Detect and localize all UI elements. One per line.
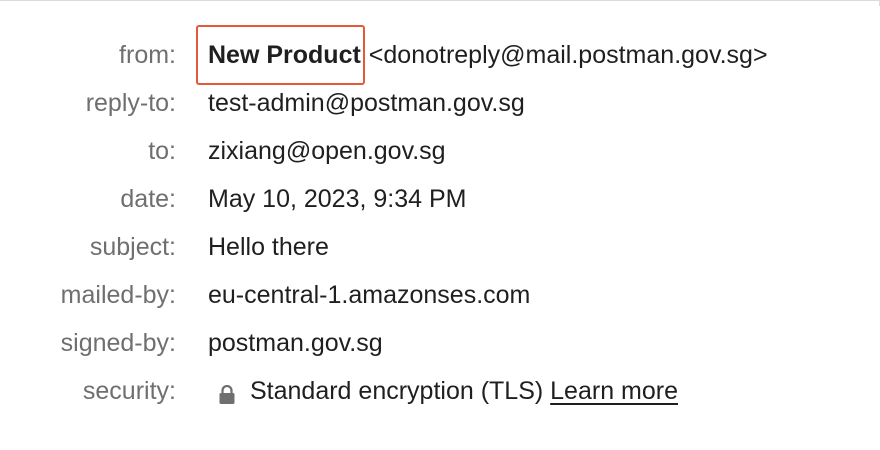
detail-row-date: date: May 10, 2023, 9:34 PM bbox=[0, 175, 880, 223]
sender-name-text: New Product bbox=[208, 41, 361, 69]
to-label: to: bbox=[148, 137, 176, 165]
message-details-panel: from: New Product <donotreply@mail.postm… bbox=[0, 25, 880, 415]
signed-by-value: postman.gov.sg bbox=[208, 329, 383, 357]
security-value: Standard encryption (TLS) Learn more bbox=[208, 373, 678, 409]
subject-value: Hello there bbox=[208, 233, 329, 261]
sender-email: <donotreply@mail.postman.gov.sg> bbox=[368, 41, 768, 69]
sender-name-highlighted: New Product bbox=[196, 25, 365, 85]
detail-row-mailed-by: mailed-by: eu-central-1.amazonses.com bbox=[0, 271, 880, 319]
detail-row-subject: subject: Hello there bbox=[0, 223, 880, 271]
security-encryption-text: Standard encryption (TLS) bbox=[250, 377, 544, 405]
security-label: security: bbox=[82, 377, 176, 405]
lock-icon bbox=[218, 379, 236, 405]
detail-row-reply-to: reply-to: test-admin@postman.gov.sg bbox=[0, 79, 880, 127]
subject-label: subject: bbox=[89, 233, 176, 261]
detail-row-from: from: New Product <donotreply@mail.postm… bbox=[0, 25, 880, 85]
to-value: zixiang@open.gov.sg bbox=[208, 137, 446, 165]
detail-row-signed-by: signed-by: postman.gov.sg bbox=[0, 319, 880, 367]
signed-by-label: signed-by: bbox=[60, 329, 176, 357]
mailed-by-label: mailed-by: bbox=[60, 281, 176, 309]
detail-row-to: to: zixiang@open.gov.sg bbox=[0, 127, 880, 175]
date-value: May 10, 2023, 9:34 PM bbox=[208, 185, 467, 213]
panel-top-border bbox=[0, 0, 880, 6]
from-label: from: bbox=[119, 41, 176, 69]
reply-to-label: reply-to: bbox=[85, 89, 176, 117]
from-value: New Product <donotreply@mail.postman.gov… bbox=[196, 25, 768, 85]
mailed-by-value: eu-central-1.amazonses.com bbox=[208, 281, 531, 309]
date-label: date: bbox=[120, 185, 176, 213]
detail-row-security: security: Standard encryption (TLS) Lear… bbox=[0, 367, 880, 415]
learn-more-link[interactable]: Learn more bbox=[550, 377, 678, 405]
reply-to-value: test-admin@postman.gov.sg bbox=[208, 89, 525, 117]
